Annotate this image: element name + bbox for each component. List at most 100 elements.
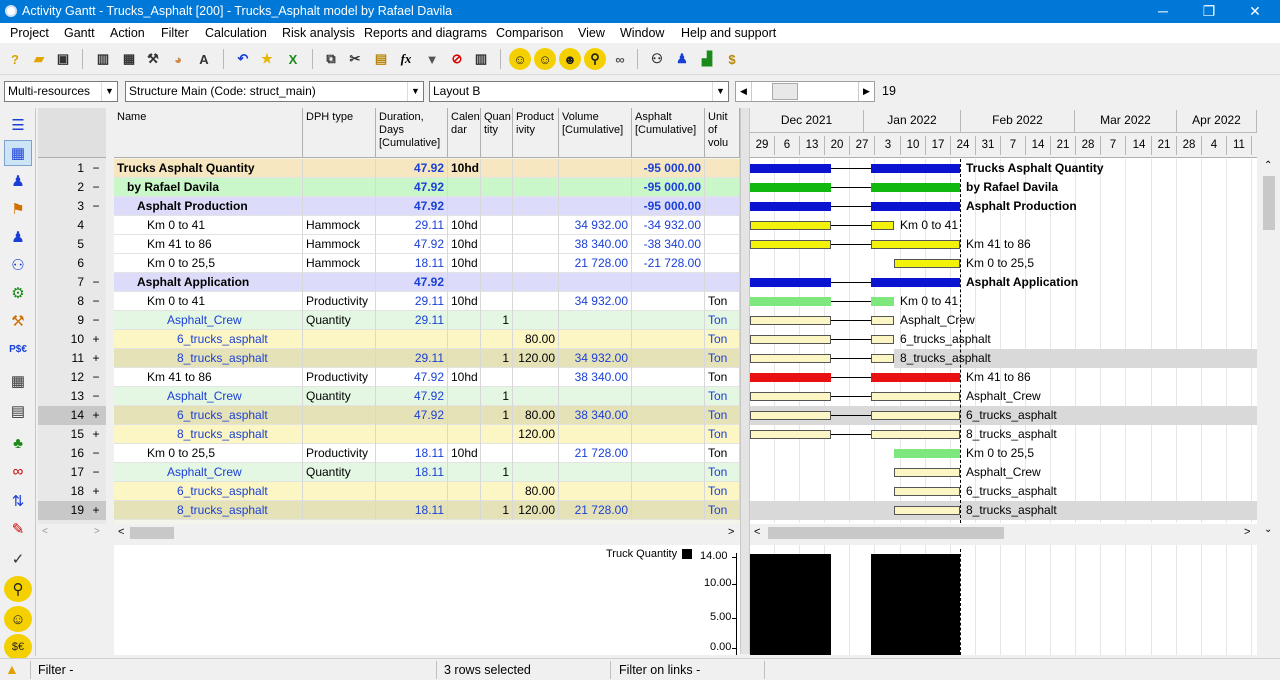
expand-toggle[interactable]: + <box>90 501 102 520</box>
cell-cal[interactable] <box>448 482 481 501</box>
cell-name[interactable]: 8_trucks_asphalt <box>114 425 303 444</box>
table-row[interactable]: Km 41 to 86 Productivity 47.92 10hd 38 340.0… <box>114 368 740 387</box>
cell-name[interactable]: Km 41 to 86 <box>114 235 303 254</box>
cell-dur[interactable]: 18.11 <box>376 254 448 273</box>
cell-prod[interactable] <box>513 387 559 406</box>
cell-dph[interactable]: Hammock <box>303 254 376 273</box>
clear-filter-icon[interactable]: ⊘ <box>446 48 468 70</box>
money-resource-icon[interactable]: $€ <box>4 634 32 660</box>
menu-view[interactable]: View <box>578 26 605 40</box>
gantt-bar[interactable] <box>750 221 831 230</box>
excel-icon[interactable]: X <box>282 48 304 70</box>
cell-name[interactable]: Km 0 to 25,5 <box>114 254 303 273</box>
gantt-bar[interactable] <box>871 373 960 382</box>
cell-dur[interactable]: 47.92 <box>376 178 448 197</box>
pie-chart-icon[interactable]: ◕ <box>167 48 189 70</box>
tool-view-icon[interactable]: ⚒ <box>4 308 32 334</box>
cell-prod[interactable] <box>513 292 559 311</box>
cell-name[interactable]: Km 0 to 41 <box>114 292 303 311</box>
cell-dph[interactable]: Quantity <box>303 387 376 406</box>
gantt-bar[interactable] <box>750 411 831 420</box>
gantt-bar[interactable] <box>750 164 831 173</box>
expand-toggle[interactable]: + <box>90 349 102 368</box>
cell-unit[interactable]: Ton <box>705 368 740 387</box>
cell-unit[interactable] <box>705 235 740 254</box>
cell-unit[interactable] <box>705 273 740 292</box>
money-icon[interactable]: $ <box>721 48 743 70</box>
cell-qty[interactable]: 1 <box>481 311 513 330</box>
network-view-icon[interactable]: ⚙ <box>4 280 32 306</box>
cell-cal[interactable]: 10hd <box>448 292 481 311</box>
tool-resource-icon[interactable]: ⚲ <box>4 576 32 602</box>
cell-dur[interactable]: 18.11 <box>376 463 448 482</box>
cell-dur[interactable]: 29.11 <box>376 349 448 368</box>
cell-unit[interactable] <box>705 159 740 178</box>
gantt-bar[interactable] <box>871 316 894 325</box>
column-header-calendar[interactable]: Calen dar <box>448 108 481 158</box>
cell-dur[interactable]: 47.92 <box>376 235 448 254</box>
column-header-name[interactable]: Name <box>114 108 303 158</box>
cell-qty[interactable] <box>481 197 513 216</box>
cell-dph[interactable] <box>303 273 376 292</box>
cell-prod[interactable]: 80.00 <box>513 406 559 425</box>
hierarchy-icon[interactable]: ⚇ <box>646 48 668 70</box>
cell-cal[interactable] <box>448 349 481 368</box>
cell-dph[interactable] <box>303 178 376 197</box>
cell-unit[interactable]: Ton <box>705 444 740 463</box>
cell-cal[interactable]: 10hd <box>448 235 481 254</box>
gantt-bar[interactable] <box>894 468 960 477</box>
cell-vol[interactable] <box>559 425 632 444</box>
table-icon[interactable]: ▦ <box>118 48 140 70</box>
cell-name[interactable]: by Rafael Davila <box>114 178 303 197</box>
menu-action[interactable]: Action <box>110 26 145 40</box>
expand-toggle[interactable]: − <box>90 463 102 482</box>
table-row[interactable]: 6_trucks_asphalt 80.00 Ton <box>114 330 740 349</box>
cell-name[interactable]: Asphalt Application <box>114 273 303 292</box>
cell-name[interactable]: Trucks Asphalt Quantity <box>114 159 303 178</box>
cell-name[interactable]: 6_trucks_asphalt <box>114 482 303 501</box>
open-folder-icon[interactable]: ▰ <box>28 48 50 70</box>
link-view-icon[interactable]: ∞ <box>4 458 32 484</box>
cell-dph[interactable]: Productivity <box>303 292 376 311</box>
calendar-view-icon[interactable]: ▦ <box>4 368 32 394</box>
gantt-bar[interactable] <box>750 430 831 439</box>
calendar-edit-icon[interactable]: ▤ <box>4 398 32 424</box>
zoom-slider[interactable]: ◀ ▶ <box>735 81 875 102</box>
cell-qty[interactable] <box>481 159 513 178</box>
gantt-bar[interactable] <box>871 221 894 230</box>
row-number[interactable]: 14 + <box>38 406 106 425</box>
structure-select[interactable]: Structure Main (Code: struct_main) ▼ <box>125 81 424 102</box>
cell-vol[interactable]: 38 340.00 <box>559 235 632 254</box>
row-number[interactable]: 10 + <box>38 330 106 349</box>
cell-name[interactable]: Asphalt Production <box>114 197 303 216</box>
help-icon[interactable]: ? <box>4 48 26 70</box>
expand-toggle[interactable]: − <box>90 444 102 463</box>
expand-toggle[interactable]: + <box>90 330 102 349</box>
cell-prod[interactable] <box>513 216 559 235</box>
warning-icon[interactable]: ▲ <box>5 661 19 677</box>
expand-toggle[interactable]: − <box>90 273 102 292</box>
cell-prod[interactable] <box>513 368 559 387</box>
cell-asph[interactable]: -38 340.00 <box>632 235 705 254</box>
row-number[interactable]: 17− <box>38 463 106 482</box>
assignment-view-icon[interactable]: ⚇ <box>4 252 32 278</box>
table-row[interactable]: Asphalt_Crew Quantity 47.92 1 Ton <box>114 387 740 406</box>
gantt-bar[interactable] <box>750 373 831 382</box>
cell-vol[interactable] <box>559 197 632 216</box>
cell-qty[interactable] <box>481 292 513 311</box>
column-header-unit[interactable]: Unit of volu <box>705 108 740 158</box>
cell-prod[interactable]: 120.00 <box>513 349 559 368</box>
cell-dur[interactable]: 47.92 <box>376 197 448 216</box>
gantt-hscrollbar[interactable]: < > <box>750 524 1257 542</box>
chevron-right-icon[interactable]: ▶ <box>858 82 874 101</box>
table-row[interactable]: 8_trucks_asphalt 18.11 1 120.00 21 728.00 Ton <box>114 501 740 520</box>
gantt-bar[interactable] <box>871 335 894 344</box>
menu-help[interactable]: Help and support <box>681 26 776 40</box>
cell-prod[interactable]: 80.00 <box>513 330 559 349</box>
cell-dph[interactable]: Hammock <box>303 216 376 235</box>
cell-unit[interactable]: Ton <box>705 425 740 444</box>
cell-prod[interactable] <box>513 159 559 178</box>
cell-cal[interactable]: 10hd <box>448 159 481 178</box>
cell-dur[interactable]: 47.92 <box>376 406 448 425</box>
cell-unit[interactable]: Ton <box>705 406 740 425</box>
